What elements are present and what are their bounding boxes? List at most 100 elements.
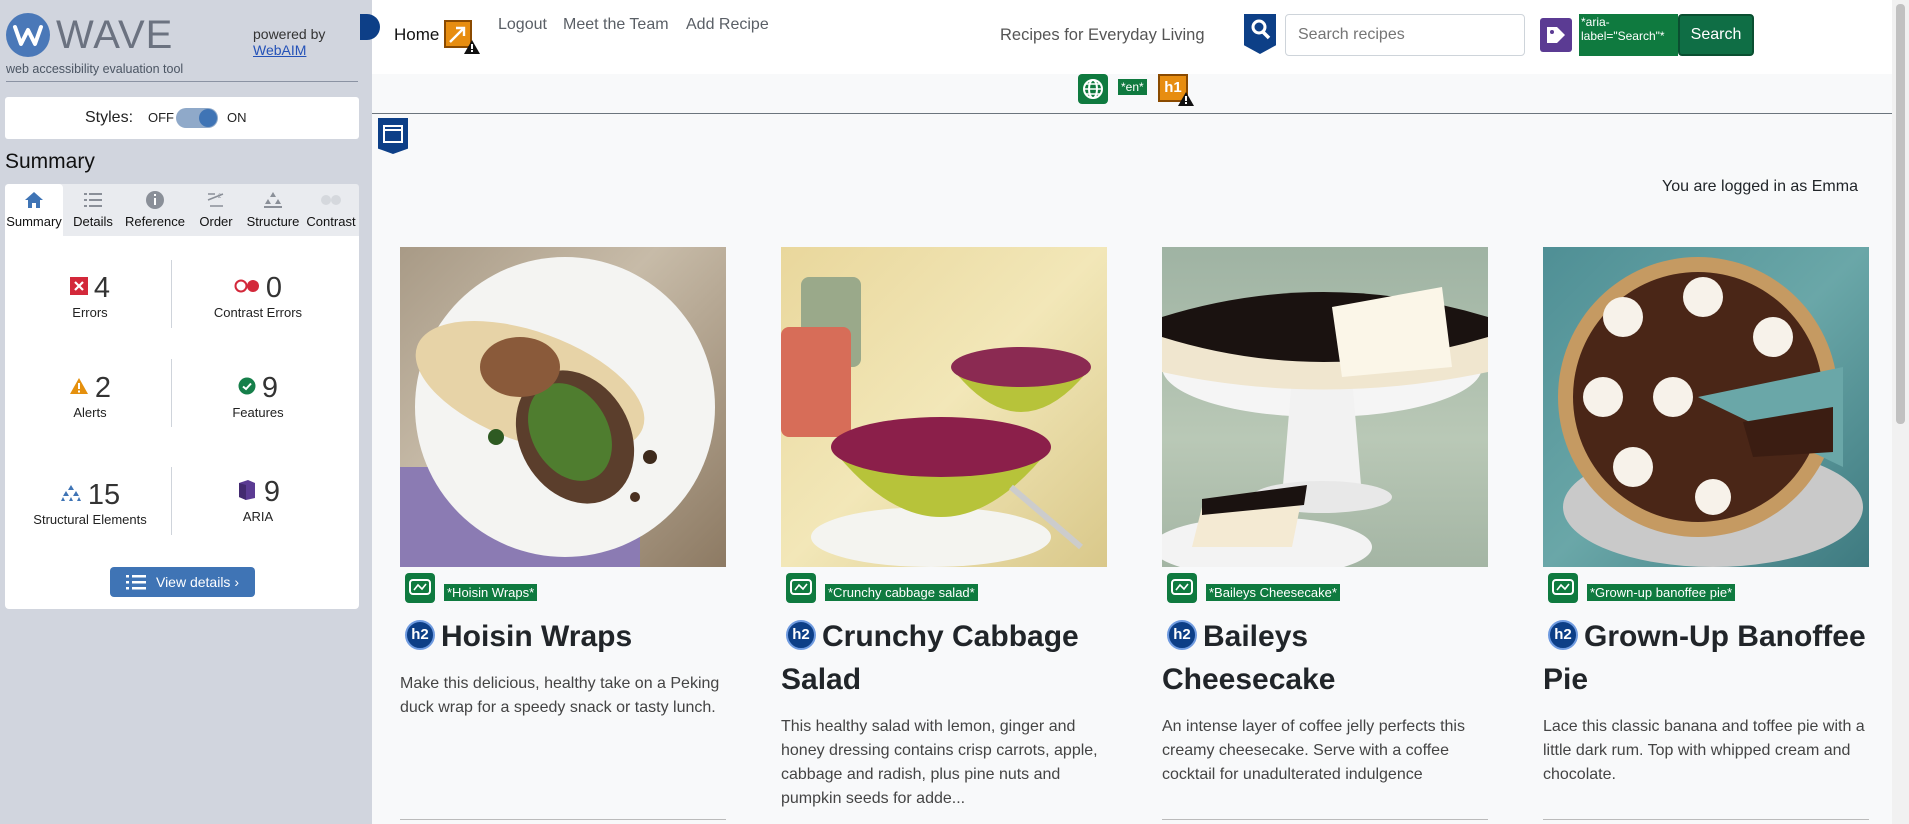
features-count: 9 (261, 372, 279, 404)
warning-icon (464, 40, 480, 59)
wave-tabs: Summary Details Reference 2 Order Struct… (5, 184, 359, 236)
recipe-image[interactable] (400, 247, 726, 567)
recipe-title[interactable]: h2 Hoisin Wraps (400, 615, 726, 658)
panel-title: Summary (5, 150, 95, 173)
recipe-card[interactable]: *Crunchy cabbage salad* h2 Crunchy Cabbag… (781, 247, 1107, 811)
scrollbar-thumb[interactable] (1896, 4, 1905, 424)
nav-team-link[interactable]: Meet the Team (563, 16, 669, 34)
divider (1543, 819, 1869, 820)
nav-home-link[interactable]: Home (394, 25, 439, 45)
nav-add-recipe-link[interactable]: Add Recipe (686, 16, 769, 34)
aria-label-icon (1540, 18, 1572, 52)
recipe-card[interactable]: *Baileys Cheesecake* h2 Baileys Cheesecak… (1162, 247, 1488, 820)
errors-count: 4 (93, 272, 111, 304)
alerts-count: 2 (94, 372, 112, 404)
stat-features[interactable]: 9 Features (173, 372, 343, 420)
stat-alerts[interactable]: 2 Alerts (5, 372, 175, 420)
stat-errors[interactable]: 4 Errors (5, 272, 175, 320)
recipe-title-text: Crunchy Cabbage Salad (781, 620, 1079, 696)
alt-text-tag: *Hoisin Wraps* (444, 584, 538, 601)
recipe-title[interactable]: h2 Baileys Cheesecake (1162, 615, 1488, 701)
h2-icon: h2 (1548, 620, 1578, 651)
tab-label: Structure (246, 214, 300, 229)
tab-label: Details (73, 214, 113, 229)
powered-by: powered by WebAIM (253, 26, 325, 58)
wave-wordmark: WAVE (56, 13, 174, 57)
tab-order[interactable]: 2 Order (189, 184, 243, 236)
recipe-title[interactable]: h2 Grown-Up Banoffee Pie (1543, 615, 1869, 701)
recipe-image[interactable] (781, 247, 1107, 567)
tab-summary[interactable]: Summary (5, 184, 63, 236)
contrast-errors-count: 0 (265, 272, 283, 304)
image-alt-row: *Baileys Cheesecake* (1162, 573, 1488, 605)
tab-structure[interactable]: Structure (245, 184, 301, 236)
scrollbar[interactable] (1892, 0, 1909, 824)
wave-tagline: web accessibility evaluation tool (6, 62, 184, 76)
tab-label: Summary (6, 214, 62, 229)
contrast-icon (321, 195, 341, 205)
search-button[interactable]: Search (1678, 14, 1754, 56)
structure-marker-icon (360, 14, 380, 40)
h2-icon: h2 (405, 620, 435, 651)
structure-icon (60, 485, 81, 502)
styles-toggle-box: Styles: OFF ON (5, 97, 359, 139)
warning-icon (1178, 92, 1194, 111)
h2-icon: h2 (1167, 620, 1197, 651)
contrast-errors-label: Contrast Errors (213, 305, 303, 320)
search-input[interactable] (1285, 14, 1525, 56)
contrast-error-icon (234, 279, 259, 293)
wave-header: WAVE web accessibility evaluation tool p… (0, 0, 372, 82)
structural-label: Structural Elements (33, 512, 147, 527)
image-alt-row: *Hoisin Wraps* (400, 573, 726, 605)
view-details-button[interactable]: View details › (110, 567, 255, 597)
styles-toggle[interactable] (176, 108, 218, 128)
stat-contrast-errors[interactable]: 0 Contrast Errors (173, 272, 343, 320)
recipe-title-text: Grown-Up Banoffee Pie (1543, 620, 1866, 696)
stat-aria[interactable]: 9 ARIA (173, 476, 343, 524)
recipe-image[interactable] (1162, 247, 1488, 567)
image-alt-row: *Grown-up banoffee pie* (1543, 573, 1869, 605)
structure-icon (264, 192, 282, 208)
tab-label: Reference (125, 214, 185, 229)
tab-contrast[interactable]: Contrast (303, 184, 359, 236)
home-icon (25, 192, 43, 208)
styles-label: Styles: (85, 109, 134, 126)
logged-in-status: You are logged in as Emma (1662, 178, 1858, 195)
error-icon (69, 277, 88, 296)
webaim-link[interactable]: WebAIM (253, 42, 325, 58)
view-details-label: View details › (155, 574, 239, 590)
recipe-title[interactable]: h2 Crunchy Cabbage Salad (781, 615, 1107, 701)
alert-icon (69, 378, 88, 395)
divider (6, 81, 358, 82)
h2-icon: h2 (786, 620, 816, 651)
recipe-card[interactable]: *Hoisin Wraps* h2 Hoisin Wraps Make this … (400, 247, 726, 820)
image-alt-row: *Crunchy cabbage salad* (781, 573, 1107, 605)
tab-details[interactable]: Details (67, 184, 119, 236)
subheader: *en* h1 (372, 74, 1892, 114)
styles-on-label: ON (227, 110, 247, 125)
structural-count: 15 (87, 479, 121, 511)
divider (1162, 819, 1488, 820)
site-brand[interactable]: Recipes for Everyday Living (1000, 26, 1205, 45)
errors-label: Errors (72, 305, 108, 320)
main-region-icon (378, 118, 408, 154)
wave-sidebar: WAVE web accessibility evaluation tool p… (0, 0, 372, 824)
feature-icon (238, 377, 256, 395)
alt-text-icon (405, 573, 435, 603)
alt-text-icon (1167, 573, 1197, 603)
tab-reference[interactable]: Reference (121, 184, 189, 236)
alt-text-tag: *Grown-up banoffee pie* (1587, 584, 1736, 601)
aria-count: 9 (263, 476, 281, 508)
info-icon (146, 191, 164, 209)
alt-text-icon (786, 573, 816, 603)
list-icon (84, 193, 102, 207)
search-region-icon (1244, 14, 1276, 54)
recipe-description: Lace this classic banana and toffee pie … (1543, 718, 1865, 783)
stat-structural[interactable]: 15 Structural Elements (5, 479, 175, 527)
list-icon (125, 575, 146, 590)
recipe-image[interactable] (1543, 247, 1869, 567)
recipe-card[interactable]: *Grown-up banoffee pie* h2 Grown-Up Banof… (1543, 247, 1869, 820)
nav-logout-link[interactable]: Logout (498, 16, 547, 34)
tab-label: Contrast (306, 214, 356, 229)
aria-icon (238, 480, 255, 501)
